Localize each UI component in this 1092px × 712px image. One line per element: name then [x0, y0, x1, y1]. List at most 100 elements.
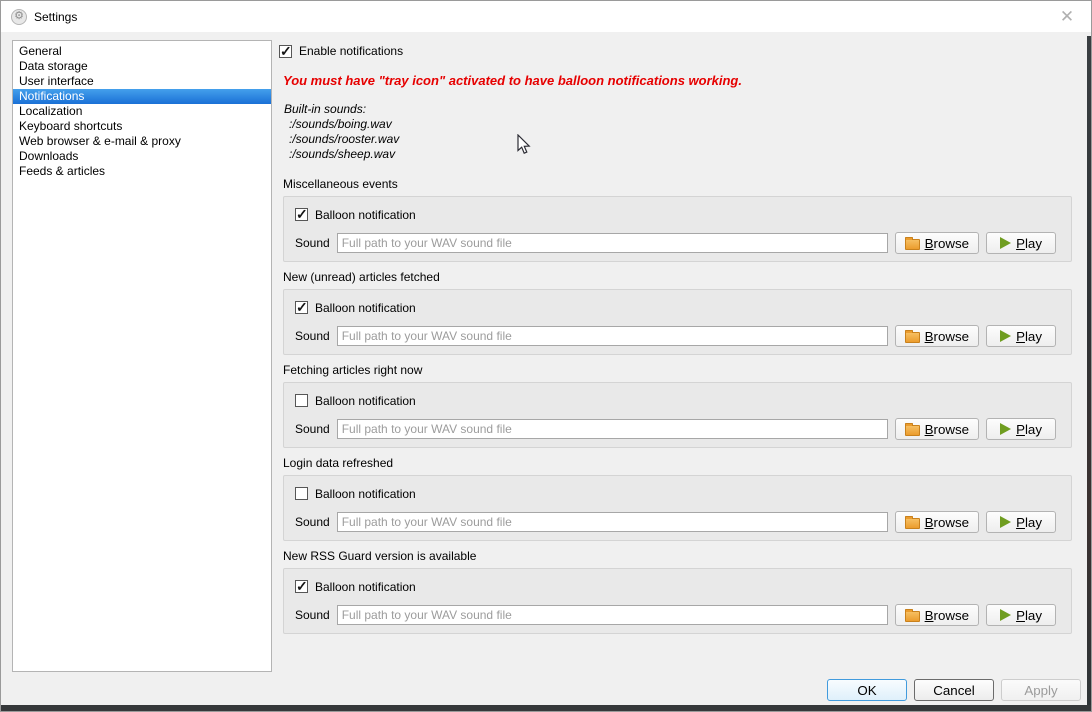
sidebar-item[interactable]: Data storage	[13, 59, 271, 74]
section-title: New RSS Guard version is available	[283, 549, 1072, 564]
play-button-label: Play	[1016, 329, 1042, 344]
apply-button[interactable]: Apply	[1001, 679, 1081, 701]
browse-button-label: Browse	[925, 608, 969, 623]
sound-path-input[interactable]	[337, 419, 888, 439]
section-group-box: Balloon notification Sound Browse Play	[283, 382, 1072, 448]
builtin-sound-path: :/sounds/sheep.wav	[284, 147, 399, 162]
balloon-notification-checkbox[interactable]	[295, 394, 308, 407]
sidebar-item[interactable]: Web browser & e-mail & proxy	[13, 134, 271, 149]
sidebar-item[interactable]: Keyboard shortcuts	[13, 119, 271, 134]
balloon-notification-checkbox[interactable]	[295, 208, 308, 221]
balloon-notification-label: Balloon notification	[315, 394, 416, 408]
play-icon	[1000, 423, 1011, 435]
folder-icon	[905, 611, 920, 622]
browse-button-label: Browse	[925, 515, 969, 530]
notification-section: New RSS Guard version is available Ballo…	[283, 549, 1072, 634]
section-group-box: Balloon notification Sound Browse Play	[283, 568, 1072, 634]
close-icon[interactable]: ✕	[1055, 5, 1079, 29]
notification-section: New (unread) articles fetched Balloon no…	[283, 270, 1072, 355]
builtin-sound-path: :/sounds/rooster.wav	[284, 132, 399, 147]
sound-row: Sound Browse Play	[295, 511, 1057, 533]
balloon-notification-checkbox[interactable]	[295, 301, 308, 314]
play-button[interactable]: Play	[986, 604, 1056, 626]
ok-button[interactable]: OK	[827, 679, 907, 701]
sidebar-item[interactable]: Downloads	[13, 149, 271, 164]
builtin-sounds-block: Built-in sounds: :/sounds/boing.wav :/so…	[284, 102, 399, 162]
play-icon	[1000, 330, 1011, 342]
notification-section: Miscellaneous events Balloon notificatio…	[283, 177, 1072, 262]
folder-icon	[905, 425, 920, 436]
section-group-box: Balloon notification Sound Browse Play	[283, 196, 1072, 262]
play-button-label: Play	[1016, 515, 1042, 530]
builtin-sounds-heading: Built-in sounds:	[284, 102, 399, 117]
balloon-notification-row: Balloon notification	[295, 300, 1057, 315]
browse-button-label: Browse	[925, 236, 969, 251]
sound-row: Sound Browse Play	[295, 232, 1057, 254]
sidebar-item[interactable]: Notifications	[13, 89, 271, 104]
enable-notifications-label: Enable notifications	[299, 44, 403, 58]
notification-section: Login data refreshed Balloon notificatio…	[283, 456, 1072, 541]
folder-icon	[905, 239, 920, 250]
section-title: New (unread) articles fetched	[283, 270, 1072, 285]
notification-sections: Miscellaneous events Balloon notificatio…	[283, 177, 1072, 642]
sound-path-input[interactable]	[337, 605, 888, 625]
notification-section: Fetching articles right now Balloon noti…	[283, 363, 1072, 448]
sound-row: Sound Browse Play	[295, 418, 1057, 440]
play-icon	[1000, 237, 1011, 249]
sound-row: Sound Browse Play	[295, 325, 1057, 347]
balloon-notification-row: Balloon notification	[295, 207, 1057, 222]
browse-button[interactable]: Browse	[895, 604, 979, 626]
play-icon	[1000, 609, 1011, 621]
browse-button-label: Browse	[925, 422, 969, 437]
sound-label: Sound	[295, 422, 330, 436]
balloon-notification-checkbox[interactable]	[295, 580, 308, 593]
sound-label: Sound	[295, 329, 330, 343]
sound-label: Sound	[295, 515, 330, 529]
background-app-edge-bottom	[0, 705, 1092, 712]
play-button[interactable]: Play	[986, 418, 1056, 440]
sound-path-input[interactable]	[337, 233, 888, 253]
play-button[interactable]: Play	[986, 511, 1056, 533]
browse-button-label: Browse	[925, 329, 969, 344]
settings-category-list: General Data storage User interface Noti…	[12, 40, 272, 672]
section-title: Fetching articles right now	[283, 363, 1072, 378]
tray-icon-warning: You must have "tray icon" activated to h…	[283, 73, 742, 88]
sidebar-item[interactable]: User interface	[13, 74, 271, 89]
play-button[interactable]: Play	[986, 232, 1056, 254]
section-title: Miscellaneous events	[283, 177, 1072, 192]
balloon-notification-row: Balloon notification	[295, 393, 1057, 408]
balloon-notification-checkbox[interactable]	[295, 487, 308, 500]
folder-icon	[905, 332, 920, 343]
play-button[interactable]: Play	[986, 325, 1056, 347]
settings-gear-icon: ⚙	[11, 9, 27, 25]
browse-button[interactable]: Browse	[895, 232, 979, 254]
sound-path-input[interactable]	[337, 326, 888, 346]
titlebar: ⚙ Settings ✕	[1, 1, 1091, 32]
window-title: Settings	[34, 10, 77, 24]
enable-notifications-checkbox[interactable]	[279, 45, 292, 58]
play-button-label: Play	[1016, 608, 1042, 623]
sound-path-input[interactable]	[337, 512, 888, 532]
dialog-footer: OK Cancel Apply	[827, 679, 1081, 701]
play-button-label: Play	[1016, 236, 1042, 251]
enable-notifications-row: Enable notifications	[279, 44, 403, 58]
balloon-notification-label: Balloon notification	[315, 301, 416, 315]
browse-button[interactable]: Browse	[895, 511, 979, 533]
sidebar-item[interactable]: General	[13, 44, 271, 59]
cancel-button[interactable]: Cancel	[914, 679, 994, 701]
background-app-edge-right	[1087, 36, 1092, 712]
builtin-sound-path: :/sounds/boing.wav	[284, 117, 399, 132]
section-group-box: Balloon notification Sound Browse Play	[283, 475, 1072, 541]
sidebar-item[interactable]: Feeds & articles	[13, 164, 271, 179]
section-group-box: Balloon notification Sound Browse Play	[283, 289, 1072, 355]
sound-row: Sound Browse Play	[295, 604, 1057, 626]
browse-button[interactable]: Browse	[895, 418, 979, 440]
browse-button[interactable]: Browse	[895, 325, 979, 347]
section-title: Login data refreshed	[283, 456, 1072, 471]
balloon-notification-row: Balloon notification	[295, 579, 1057, 594]
mouse-cursor	[517, 134, 533, 156]
play-icon	[1000, 516, 1011, 528]
sidebar-item[interactable]: Localization	[13, 104, 271, 119]
balloon-notification-label: Balloon notification	[315, 487, 416, 501]
balloon-notification-row: Balloon notification	[295, 486, 1057, 501]
